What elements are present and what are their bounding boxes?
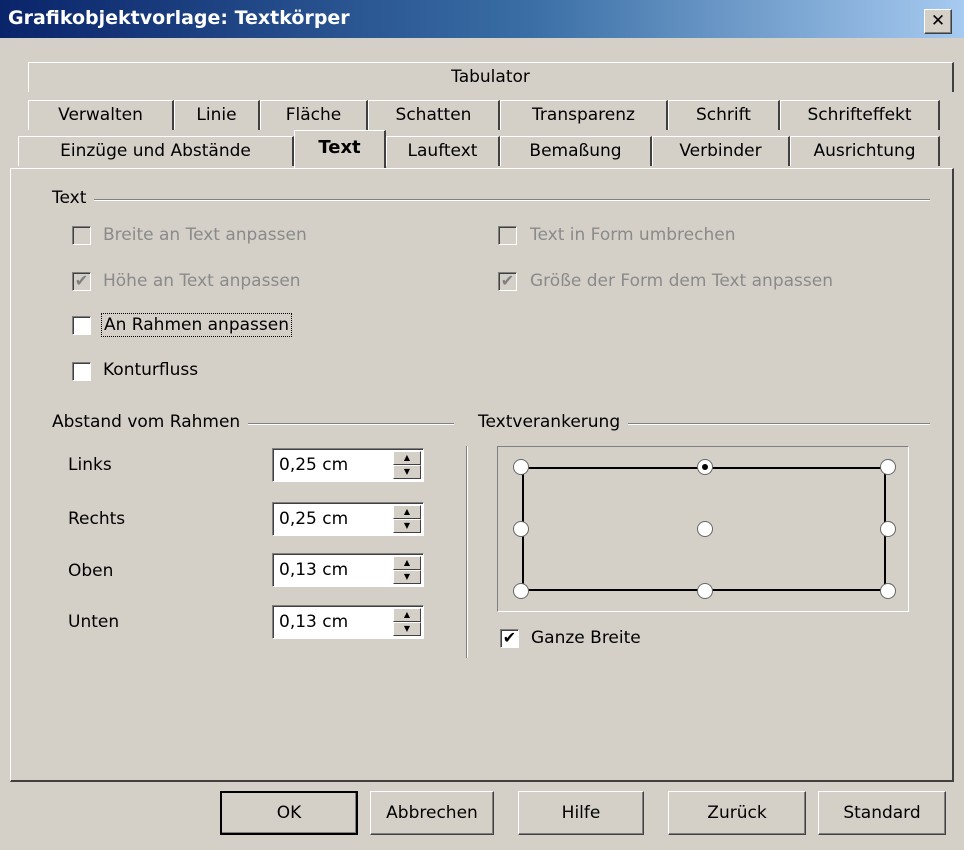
rahmen-label: An Rahmen anpassen	[101, 313, 292, 337]
kontur-checkbox[interactable]	[72, 362, 91, 381]
rechts-label: Rechts	[68, 509, 126, 529]
unten-spinbox[interactable]: 0,13 cm ▲ ▼	[272, 605, 424, 639]
anchor-bottom-center[interactable]	[697, 583, 713, 599]
tab-label: Schrifteffekt	[807, 105, 912, 125]
ok-button[interactable]: OK	[220, 791, 358, 835]
ganze-breite-checkbox[interactable]: ✔	[500, 629, 519, 648]
title-bar[interactable]: Grafikobjektvorlage: Textkörper ✕	[0, 0, 964, 38]
rechts-down-button[interactable]: ▼	[393, 519, 421, 533]
hoehe-checkbox[interactable]: ✔	[72, 272, 91, 291]
tab-label: Text	[318, 137, 361, 158]
tab-label: Schrift	[696, 105, 751, 125]
tab-label: Transparenz	[532, 105, 635, 125]
hoehe-label: Höhe an Text anpassen	[103, 271, 301, 291]
tab-einzuege[interactable]: Einzüge und Abstände	[18, 136, 294, 166]
hilfe-button[interactable]: Hilfe	[518, 791, 644, 835]
arrow-up-icon: ▲	[403, 558, 411, 567]
arrow-up-icon: ▲	[403, 453, 411, 462]
oben-label: Oben	[68, 561, 114, 581]
unten-label: Unten	[68, 612, 120, 632]
anchor-bottom-right[interactable]	[880, 583, 896, 599]
anchor-bottom-left[interactable]	[513, 583, 529, 599]
links-up-button[interactable]: ▲	[393, 451, 421, 465]
arrow-down-icon: ▼	[403, 624, 411, 633]
tab-label: Einzüge und Abstände	[60, 141, 251, 161]
text-anchor-selector	[497, 446, 909, 612]
rechts-spinbox[interactable]: 0,25 cm ▲ ▼	[272, 502, 424, 536]
arrow-down-icon: ▼	[403, 467, 411, 476]
tab-label: Schatten	[395, 105, 472, 125]
zurueck-button[interactable]: Zurück	[668, 791, 806, 835]
anchor-top-right[interactable]	[880, 459, 896, 475]
anchor-top-left[interactable]	[513, 459, 529, 475]
anchor-center[interactable]	[697, 521, 713, 537]
links-spinbox[interactable]: 0,25 cm ▲ ▼	[272, 448, 424, 482]
checkmark-icon: ✔	[74, 271, 89, 290]
tab-label: Tabulator	[451, 67, 530, 87]
ganze-breite-label: Ganze Breite	[531, 628, 641, 648]
tab-text[interactable]: Text	[294, 130, 386, 168]
links-down-button[interactable]: ▼	[393, 465, 421, 479]
oben-down-button[interactable]: ▼	[393, 570, 421, 584]
close-icon: ✕	[930, 11, 946, 31]
tab-label: Verbinder	[679, 141, 762, 161]
abbrechen-button[interactable]: Abbrechen	[370, 791, 494, 835]
checkmark-icon: ✔	[500, 271, 515, 290]
tab-label: Ausrichtung	[813, 141, 916, 161]
arrow-down-icon: ▼	[403, 572, 411, 581]
arrow-up-icon: ▲	[403, 507, 411, 516]
tab-verwalten[interactable]: Verwalten	[28, 100, 174, 130]
anchor-middle-right[interactable]	[880, 521, 896, 537]
tab-lauftext[interactable]: Lauftext	[386, 136, 500, 166]
tab-ausrichtung[interactable]: Ausrichtung	[790, 136, 940, 166]
umbrechen-checkbox[interactable]	[498, 226, 517, 245]
tab-transparenz[interactable]: Transparenz	[500, 100, 668, 130]
links-value: 0,25 cm	[279, 455, 349, 475]
standard-button[interactable]: Standard	[818, 791, 946, 835]
breite-checkbox[interactable]	[72, 226, 91, 245]
tab-linie[interactable]: Linie	[174, 100, 260, 130]
tab-bemassung[interactable]: Bemaßung	[500, 136, 652, 166]
anchor-top-center[interactable]	[697, 459, 713, 475]
links-label: Links	[68, 455, 112, 475]
checkmark-icon: ✔	[502, 628, 517, 647]
tab-verbinder[interactable]: Verbinder	[652, 136, 790, 166]
window-title: Grafikobjektvorlage: Textkörper	[8, 7, 350, 29]
unten-down-button[interactable]: ▼	[393, 622, 421, 636]
group-label-text: Text	[52, 188, 95, 208]
tab-flaeche[interactable]: Fläche	[260, 100, 368, 130]
anchor-middle-left[interactable]	[513, 521, 529, 537]
oben-up-button[interactable]: ▲	[393, 556, 421, 570]
rechts-up-button[interactable]: ▲	[393, 505, 421, 519]
divider	[52, 199, 930, 201]
tab-label: Verwalten	[58, 105, 143, 125]
tab-label: Fläche	[285, 105, 342, 125]
arrow-up-icon: ▲	[403, 610, 411, 619]
unten-value: 0,13 cm	[279, 612, 349, 632]
group-label-abstand: Abstand vom Rahmen	[52, 412, 249, 432]
rechts-value: 0,25 cm	[279, 509, 349, 529]
breite-label: Breite an Text anpassen	[103, 225, 307, 245]
group-label-textverankerung: Textverankerung	[478, 412, 629, 432]
tab-schrift[interactable]: Schrift	[668, 100, 780, 130]
rahmen-checkbox[interactable]	[72, 316, 91, 335]
arrow-down-icon: ▼	[403, 521, 411, 530]
tab-schatten[interactable]: Schatten	[368, 100, 500, 130]
kontur-label: Konturfluss	[103, 360, 199, 380]
groesse-checkbox[interactable]: ✔	[498, 272, 517, 291]
oben-value: 0,13 cm	[279, 560, 349, 580]
tab-label: Bemaßung	[529, 141, 622, 161]
tab-label: Linie	[196, 105, 237, 125]
vertical-separator	[466, 446, 468, 658]
tab-label: Lauftext	[407, 141, 478, 161]
tab-tabulator[interactable]: Tabulator	[28, 62, 954, 92]
umbrechen-label: Text in Form umbrechen	[530, 225, 736, 245]
groesse-label: Größe der Form dem Text anpassen	[530, 271, 833, 291]
unten-up-button[interactable]: ▲	[393, 608, 421, 622]
close-button[interactable]: ✕	[924, 9, 952, 34]
tab-schrifteffekt[interactable]: Schrifteffekt	[780, 100, 940, 130]
oben-spinbox[interactable]: 0,13 cm ▲ ▼	[272, 553, 424, 587]
